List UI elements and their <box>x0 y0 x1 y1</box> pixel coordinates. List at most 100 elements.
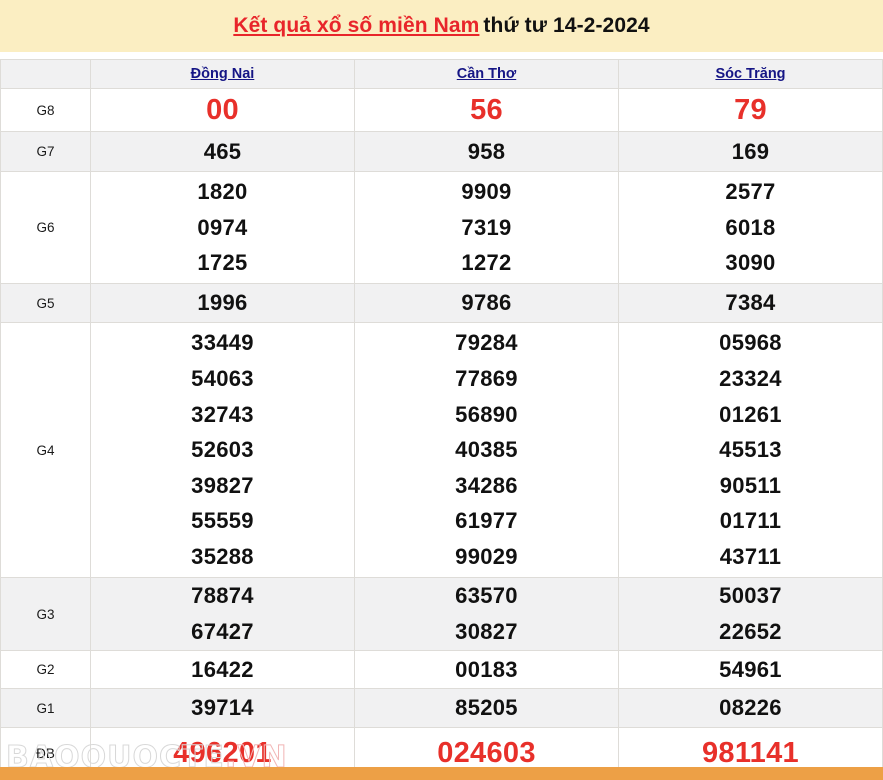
lottery-results-table: Đồng Nai Cần Thơ Sóc Trăng G8 00 56 79 G… <box>0 59 883 779</box>
result-number: 67427 <box>191 619 254 644</box>
result-number: 9786 <box>461 290 512 316</box>
result-number: 77869 <box>455 365 518 391</box>
result-number: 024603 <box>437 736 536 769</box>
result-number: 08226 <box>719 695 782 721</box>
prize-label: G6 <box>0 171 91 284</box>
result-number: 40385 <box>455 437 518 463</box>
result-number: 54063 <box>191 365 254 391</box>
result-number: 39714 <box>191 695 254 721</box>
result-number: 79 <box>734 93 767 126</box>
result-number: 1820 <box>197 179 248 205</box>
table-row: G4 33449 54063 32743 52603 39827 55559 3… <box>0 322 883 578</box>
result-cell: 79284 77869 56890 40385 34286 61977 9902… <box>354 322 619 578</box>
province-header-dong-nai: Đồng Nai <box>90 59 355 89</box>
province-link-dong-nai[interactable]: Đồng Nai <box>191 66 255 82</box>
result-number: 465 <box>203 138 242 164</box>
result-number: 01261 <box>719 401 782 427</box>
result-cell: 169 <box>618 131 883 172</box>
result-number: 85205 <box>455 695 518 721</box>
result-number: 22652 <box>719 619 782 644</box>
result-cell: 1820 0974 1725 <box>90 171 355 284</box>
prize-label: G5 <box>0 283 91 323</box>
result-number: 39827 <box>191 472 254 498</box>
result-cell: 79 <box>618 88 883 132</box>
result-number: 16422 <box>191 656 254 682</box>
result-cell: 05968 23324 01261 45513 90511 01711 4371… <box>618 322 883 578</box>
result-number: 33449 <box>191 330 254 356</box>
result-number: 2577 <box>725 179 776 205</box>
result-cell: 50037 22652 <box>618 577 883 651</box>
result-cell: 00 <box>90 88 355 132</box>
result-cell: 958 <box>354 131 619 172</box>
table-body: G8 00 56 79 G7 465 958 169 G6 1820 0974 … <box>0 88 883 779</box>
result-number: 61977 <box>455 508 518 534</box>
result-number: 99029 <box>455 544 518 570</box>
result-cell: 54961 <box>618 650 883 689</box>
result-number: 05968 <box>719 330 782 356</box>
result-number: 1996 <box>197 290 248 316</box>
result-cell: 85205 <box>354 688 619 728</box>
result-number: 958 <box>467 138 506 164</box>
result-number: 981141 <box>702 736 799 769</box>
result-cell: 08226 <box>618 688 883 728</box>
result-cell: 78874 67427 <box>90 577 355 651</box>
result-number: 1272 <box>461 250 512 276</box>
table-row: G2 16422 00183 54961 <box>0 650 883 689</box>
page-title: Kết quả xổ số miền Nam thứ tư 14-2-2024 <box>233 14 649 38</box>
result-number: 35288 <box>191 544 254 570</box>
result-number: 45513 <box>719 437 782 463</box>
result-number: 56890 <box>455 401 518 427</box>
result-number: 90511 <box>719 472 782 498</box>
result-number: 1725 <box>197 250 248 276</box>
table-row: G7 465 958 169 <box>0 131 883 172</box>
table-row: G5 1996 9786 7384 <box>0 283 883 323</box>
province-header-soc-trang: Sóc Trăng <box>618 59 883 89</box>
province-link-soc-trang[interactable]: Sóc Trăng <box>715 66 785 82</box>
result-number: 79284 <box>455 330 518 356</box>
result-cell: 7384 <box>618 283 883 323</box>
table-row: G8 00 56 79 <box>0 88 883 132</box>
result-cell: 39714 <box>90 688 355 728</box>
result-number: 32743 <box>191 401 254 427</box>
province-link-can-tho[interactable]: Cần Thơ <box>457 66 516 82</box>
result-number: 43711 <box>719 544 782 570</box>
prize-label: G8 <box>0 88 91 132</box>
prize-label: G7 <box>0 131 91 172</box>
result-number: 0974 <box>197 214 248 240</box>
result-number: 63570 <box>455 583 518 609</box>
result-cell: 56 <box>354 88 619 132</box>
page-title-date: thứ tư 14-2-2024 <box>483 14 650 37</box>
result-number: 9909 <box>461 179 512 205</box>
prize-label: G2 <box>0 650 91 689</box>
result-number: 169 <box>731 138 770 164</box>
result-number: 00 <box>206 93 239 126</box>
result-cell: 16422 <box>90 650 355 689</box>
table-row: G6 1820 0974 1725 9909 7319 1272 2577 60… <box>0 171 883 284</box>
result-number: 7384 <box>725 290 776 316</box>
result-cell: 1996 <box>90 283 355 323</box>
province-header-can-tho: Cần Thơ <box>354 59 619 89</box>
result-number: 54961 <box>719 656 782 682</box>
result-number: 3090 <box>725 250 776 276</box>
result-number: 34286 <box>455 472 518 498</box>
result-number: 01711 <box>719 508 782 534</box>
prize-label-header <box>0 59 91 89</box>
result-number: 00183 <box>455 656 518 682</box>
header-divider-gap <box>0 52 883 59</box>
prize-label: G4 <box>0 322 91 578</box>
table-header: Đồng Nai Cần Thơ Sóc Trăng <box>0 59 883 89</box>
result-cell: 465 <box>90 131 355 172</box>
result-cell: 00183 <box>354 650 619 689</box>
page-title-link[interactable]: Kết quả xổ số miền Nam <box>233 14 479 37</box>
result-number: 496201 <box>173 736 272 769</box>
result-number: 56 <box>470 93 503 126</box>
result-number: 23324 <box>719 365 782 391</box>
page-header-band: Kết quả xổ số miền Nam thứ tư 14-2-2024 <box>0 0 883 52</box>
result-cell: 9909 7319 1272 <box>354 171 619 284</box>
result-cell: 33449 54063 32743 52603 39827 55559 3528… <box>90 322 355 578</box>
table-row: G1 39714 85205 08226 <box>0 688 883 728</box>
result-number: 7319 <box>461 214 512 240</box>
result-cell: 2577 6018 3090 <box>618 171 883 284</box>
prize-label: G3 <box>0 577 91 651</box>
result-number: 50037 <box>719 583 782 609</box>
